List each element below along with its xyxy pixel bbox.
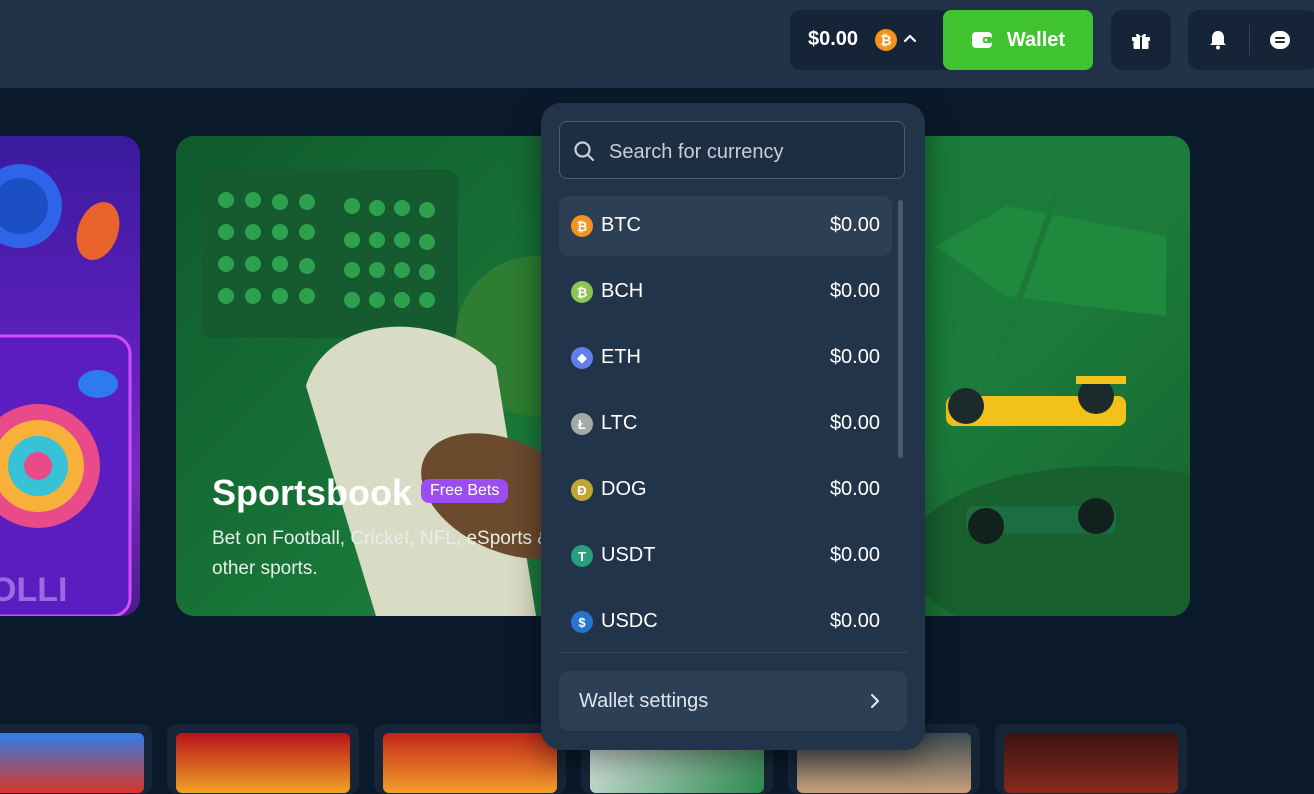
bell-icon[interactable] (1207, 29, 1229, 51)
eth-icon: ◆ (571, 347, 593, 369)
wallet-button[interactable]: Wallet (943, 10, 1093, 70)
currency-row-ltc[interactable]: Ł LTC $0.00 (559, 394, 892, 454)
gift-button[interactable] (1111, 10, 1171, 70)
currency-search-input[interactable] (607, 137, 891, 167)
balance-amount[interactable]: $0.00 (808, 28, 858, 51)
game-thumbnail[interactable] (383, 733, 557, 793)
free-bets-badge: Free Bets (421, 479, 509, 503)
currency-value: $0.00 (829, 214, 880, 236)
currency-code: USDT (601, 544, 656, 566)
currency-value: $0.00 (829, 346, 880, 368)
casino-banner[interactable]: OLLI (0, 136, 140, 616)
currency-row-dog[interactable]: Ð DOG $0.00 (559, 460, 892, 520)
currency-code: LTC (601, 412, 638, 434)
casino-artwork: OLLI (0, 164, 132, 616)
banner-logo-text: OLLI (0, 571, 67, 609)
currency-row-usdt[interactable]: T USDT $0.00 (559, 526, 892, 586)
usdt-icon: T (571, 545, 593, 567)
currency-code: USDC (601, 610, 658, 632)
divider (559, 652, 907, 653)
currency-value: $0.00 (829, 610, 880, 632)
currency-row-bch[interactable]: ₿ BCH $0.00 (559, 262, 892, 322)
sportsbook-title: Sportsbook (212, 472, 413, 513)
game-thumbnail[interactable] (1004, 733, 1178, 793)
game-thumbnail[interactable] (176, 733, 350, 793)
wallet-button-label: Wallet (1006, 28, 1066, 51)
chat-icon[interactable] (1268, 29, 1292, 51)
chevron-up-icon[interactable] (901, 30, 919, 48)
currency-code: BTC (601, 214, 641, 236)
doge-icon: Ð (571, 479, 593, 501)
sportsbook-description: Bet on Football, Cricket, NFL, eSports &… (212, 528, 550, 579)
currency-row-usdc[interactable]: $ USDC $0.00 (559, 592, 892, 652)
currency-row-btc[interactable]: ₿ BTC $0.00 (559, 196, 892, 256)
currency-value: $0.00 (829, 478, 880, 500)
wallet-icon (971, 32, 992, 48)
currency-list-scrollbar[interactable] (898, 200, 903, 458)
btc-icon: ₿ (571, 215, 593, 237)
currency-code: BCH (601, 280, 644, 302)
usdc-icon: $ (571, 611, 593, 633)
gift-icon (1132, 33, 1150, 49)
currency-value: $0.00 (829, 412, 880, 434)
wallet-settings-label: Wallet settings (579, 690, 709, 712)
game-thumbnail[interactable] (0, 733, 144, 793)
currency-code: DOG (601, 478, 647, 500)
bch-icon: ₿ (571, 281, 593, 303)
ltc-icon: Ł (571, 413, 593, 435)
chevron-right-icon (870, 693, 880, 709)
search-icon (574, 141, 595, 162)
currency-row-eth[interactable]: ◆ ETH $0.00 (559, 328, 892, 388)
currency-code: ETH (601, 346, 641, 368)
btc-icon: ₿ (875, 29, 897, 51)
wallet-settings-button[interactable]: Wallet settings (559, 671, 907, 731)
currency-value: $0.00 (829, 280, 880, 302)
divider (1249, 25, 1250, 55)
currency-value: $0.00 (829, 544, 880, 566)
